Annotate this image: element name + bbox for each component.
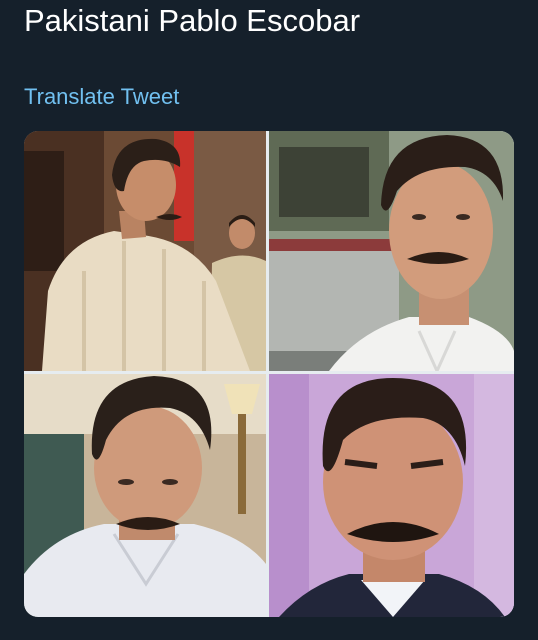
tweet-text: Pakistani Pablo Escobar xyxy=(24,3,361,38)
tweet-photo-3[interactable] xyxy=(24,374,266,617)
tweet-photo-4[interactable] xyxy=(269,374,514,617)
tweet-photo-1[interactable] xyxy=(24,131,266,371)
tweet-photo-2[interactable] xyxy=(269,131,514,371)
translate-tweet-link[interactable]: Translate Tweet xyxy=(24,83,179,111)
photo-4-image xyxy=(269,374,514,617)
photo-1-image xyxy=(24,131,266,371)
photo-3-image xyxy=(24,374,266,617)
tweet-media-grid xyxy=(24,131,514,617)
photo-2-image xyxy=(269,131,514,371)
